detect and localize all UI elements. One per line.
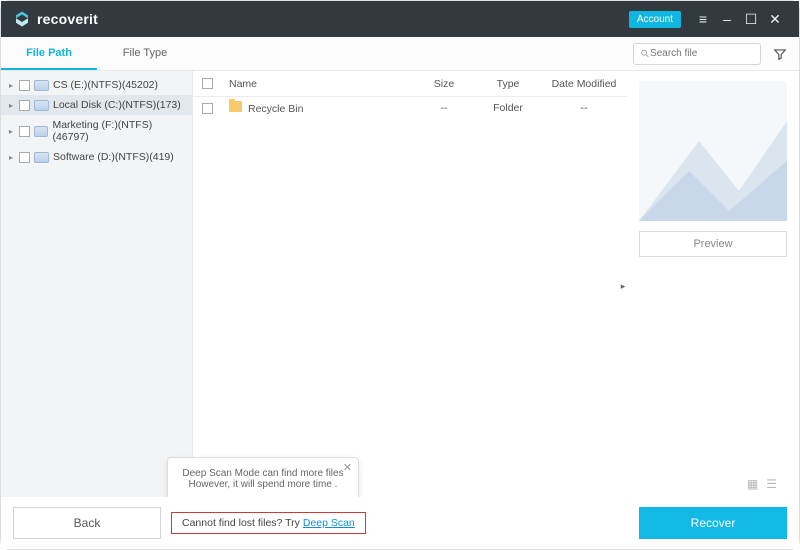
search-icon (640, 48, 650, 59)
tab-file-path[interactable]: File Path (1, 38, 97, 70)
preview-thumbnail (639, 81, 787, 221)
row-date: -- (541, 102, 627, 114)
checkbox[interactable] (19, 80, 30, 91)
sidebar-item-drive[interactable]: ▸ CS (E:)(NTFS)(45202) (1, 75, 192, 95)
sidebar-item-label: Software (D:)(NTFS)(419) (53, 151, 174, 163)
preview-button[interactable]: Preview (639, 231, 787, 257)
title-bar: recoverit Account ≡ – ☐ ✕ (1, 1, 799, 37)
chevron-right-icon[interactable]: ▸ (7, 127, 15, 135)
view-toggle: ▦ ☰ (747, 477, 777, 491)
search-input[interactable] (650, 48, 754, 59)
sidebar-item-drive[interactable]: ▸ Marketing (F:)(NTFS)(46797) (1, 115, 192, 147)
tooltip-close-icon[interactable]: ✕ (343, 461, 352, 474)
drive-icon (34, 126, 49, 137)
select-all-checkbox[interactable] (202, 78, 213, 89)
list-view-icon[interactable]: ☰ (766, 477, 777, 491)
collapse-preview-icon[interactable]: ▸ (618, 281, 628, 291)
tooltip-line1: Deep Scan Mode can find more files (182, 468, 344, 479)
row-size: -- (413, 102, 475, 114)
account-button[interactable]: Account (629, 11, 681, 28)
sidebar-item-label: CS (E:)(NTFS)(45202) (53, 79, 158, 91)
tab-bar: File Path File Type (1, 38, 193, 70)
close-icon[interactable]: ✕ (763, 7, 787, 31)
search-box[interactable] (633, 43, 761, 65)
col-name[interactable]: Name (221, 78, 413, 90)
chevron-right-icon[interactable]: ▸ (7, 153, 15, 161)
maximize-icon[interactable]: ☐ (739, 7, 763, 31)
table-row[interactable]: Recycle Bin -- Folder -- (193, 97, 627, 119)
tooltip-line2: However, it will spend more time . (182, 479, 344, 490)
footer: Back Cannot find lost files? Try Deep Sc… (1, 497, 799, 549)
tab-file-type[interactable]: File Type (97, 38, 193, 70)
toolbar: File Path File Type (1, 37, 799, 71)
col-date[interactable]: Date Modified (541, 78, 627, 90)
sidebar-item-drive[interactable]: ▸ Local Disk (C:)(NTFS)(173) (1, 95, 192, 115)
back-button[interactable]: Back (13, 507, 161, 539)
drive-icon (34, 80, 49, 91)
menu-icon[interactable]: ≡ (691, 7, 715, 31)
app-name: recoverit (37, 11, 98, 27)
drive-icon (34, 100, 49, 111)
logo-icon (13, 10, 31, 28)
recover-button[interactable]: Recover (639, 507, 787, 539)
deep-scan-link[interactable]: Deep Scan (303, 517, 355, 529)
drive-icon (34, 152, 49, 163)
chevron-right-icon[interactable]: ▸ (7, 81, 15, 89)
checkbox[interactable] (19, 126, 30, 137)
app-logo: recoverit (13, 10, 98, 28)
folder-icon (229, 101, 242, 112)
checkbox[interactable] (19, 152, 30, 163)
chevron-right-icon[interactable]: ▸ (7, 101, 15, 109)
table-header: Name Size Type Date Modified (193, 71, 627, 97)
deep-scan-tooltip: ✕ Deep Scan Mode can find more files How… (167, 457, 359, 501)
minimize-icon[interactable]: – (715, 7, 739, 31)
col-size[interactable]: Size (413, 78, 475, 90)
main-area: ▸ CS (E:)(NTFS)(45202) ▸ Local Disk (C:)… (1, 71, 799, 497)
row-checkbox[interactable] (202, 103, 213, 114)
file-list: Name Size Type Date Modified Recycle Bin… (193, 71, 627, 497)
deep-scan-callout: Cannot find lost files? Try Deep Scan (171, 512, 366, 534)
row-name: Recycle Bin (248, 103, 303, 115)
grid-view-icon[interactable]: ▦ (747, 477, 758, 491)
sidebar: ▸ CS (E:)(NTFS)(45202) ▸ Local Disk (C:)… (1, 71, 193, 497)
checkbox[interactable] (19, 100, 30, 111)
sidebar-item-drive[interactable]: ▸ Software (D:)(NTFS)(419) (1, 147, 192, 167)
filter-icon[interactable] (769, 43, 791, 65)
sidebar-item-label: Local Disk (C:)(NTFS)(173) (53, 99, 181, 111)
deep-scan-text: Cannot find lost files? Try (182, 517, 303, 529)
sidebar-item-label: Marketing (F:)(NTFS)(46797) (52, 119, 186, 143)
preview-panel: Preview (627, 71, 799, 497)
col-type[interactable]: Type (475, 78, 541, 90)
row-type: Folder (475, 102, 541, 114)
